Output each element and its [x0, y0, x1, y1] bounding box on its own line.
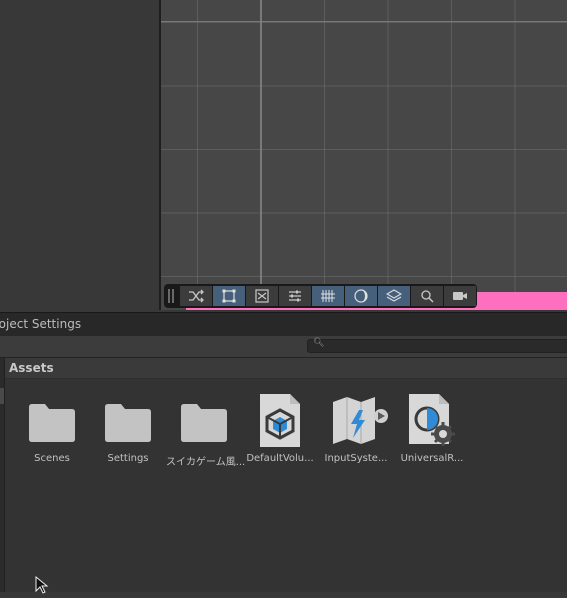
project-toolbar: 🔍︎: [0, 336, 567, 358]
folder-icon: [181, 404, 227, 442]
input-actions-icon: [333, 397, 388, 444]
scale-tool-icon: [255, 289, 269, 303]
shading-mode-button[interactable]: [345, 286, 377, 306]
asset-label: Scenes: [34, 453, 70, 464]
grid-hatch-button[interactable]: [312, 286, 344, 306]
mouse-cursor-icon: [35, 575, 49, 598]
toolbar-grip-handle[interactable]: [168, 289, 174, 303]
layers-icon: [386, 289, 402, 302]
magnifier-button[interactable]: [411, 286, 443, 306]
hierarchy-panel: [0, 0, 159, 310]
shuffle-button[interactable]: [180, 286, 212, 306]
shuffle-icon: [189, 289, 204, 303]
project-settings-title: roject Settings: [0, 317, 82, 331]
sliders-button[interactable]: [279, 286, 311, 306]
magnifier-icon: [421, 290, 434, 303]
render-pipeline-asset-icon: [409, 394, 455, 446]
folder-icon: [29, 404, 75, 442]
camera-icon: [453, 292, 467, 300]
breadcrumb: Assets: [5, 358, 567, 379]
asset-item-universal-rp[interactable]: UniversalR...: [394, 392, 470, 464]
asset-item-default-volume[interactable]: DefaultVolu...: [242, 392, 318, 464]
scene-axis-vertical: [260, 0, 262, 310]
asset-label: スイカゲーム風...: [166, 457, 246, 468]
rect-select-icon: [222, 289, 236, 303]
folder-icon: [105, 404, 151, 442]
asset-label: InputSyste...: [324, 453, 388, 464]
asset-label: UniversalR...: [400, 453, 464, 464]
search-input[interactable]: 🔍︎: [307, 338, 567, 353]
sliders-icon: [289, 290, 301, 302]
rect-select-button[interactable]: [213, 286, 245, 306]
volume-profile-icon: [260, 394, 300, 447]
search-icon: 🔍︎: [313, 338, 325, 348]
breadcrumb-assets[interactable]: Assets: [9, 361, 54, 375]
folder-tree-selection: [0, 388, 4, 404]
asset-item-input-system[interactable]: InputSyste...: [318, 392, 394, 464]
grid-hatch-icon: [321, 290, 335, 302]
scale-tool-button[interactable]: [246, 286, 278, 306]
asset-label: Settings: [107, 453, 149, 464]
asset-item-scenes[interactable]: Scenes: [14, 392, 90, 464]
camera-button[interactable]: [444, 286, 476, 306]
scene-overlay-toolbar: [164, 284, 477, 308]
asset-label: DefaultVolu...: [246, 453, 314, 464]
scene-view[interactable]: [161, 0, 567, 310]
asset-item-suika-folder[interactable]: スイカゲーム風...: [166, 392, 246, 468]
shading-mode-icon: [354, 289, 368, 303]
project-settings-tab[interactable]: roject Settings: [0, 312, 567, 336]
asset-item-settings[interactable]: Settings: [90, 392, 166, 464]
scene-axis-horizontal: [161, 21, 567, 22]
layers-button[interactable]: [378, 286, 410, 306]
